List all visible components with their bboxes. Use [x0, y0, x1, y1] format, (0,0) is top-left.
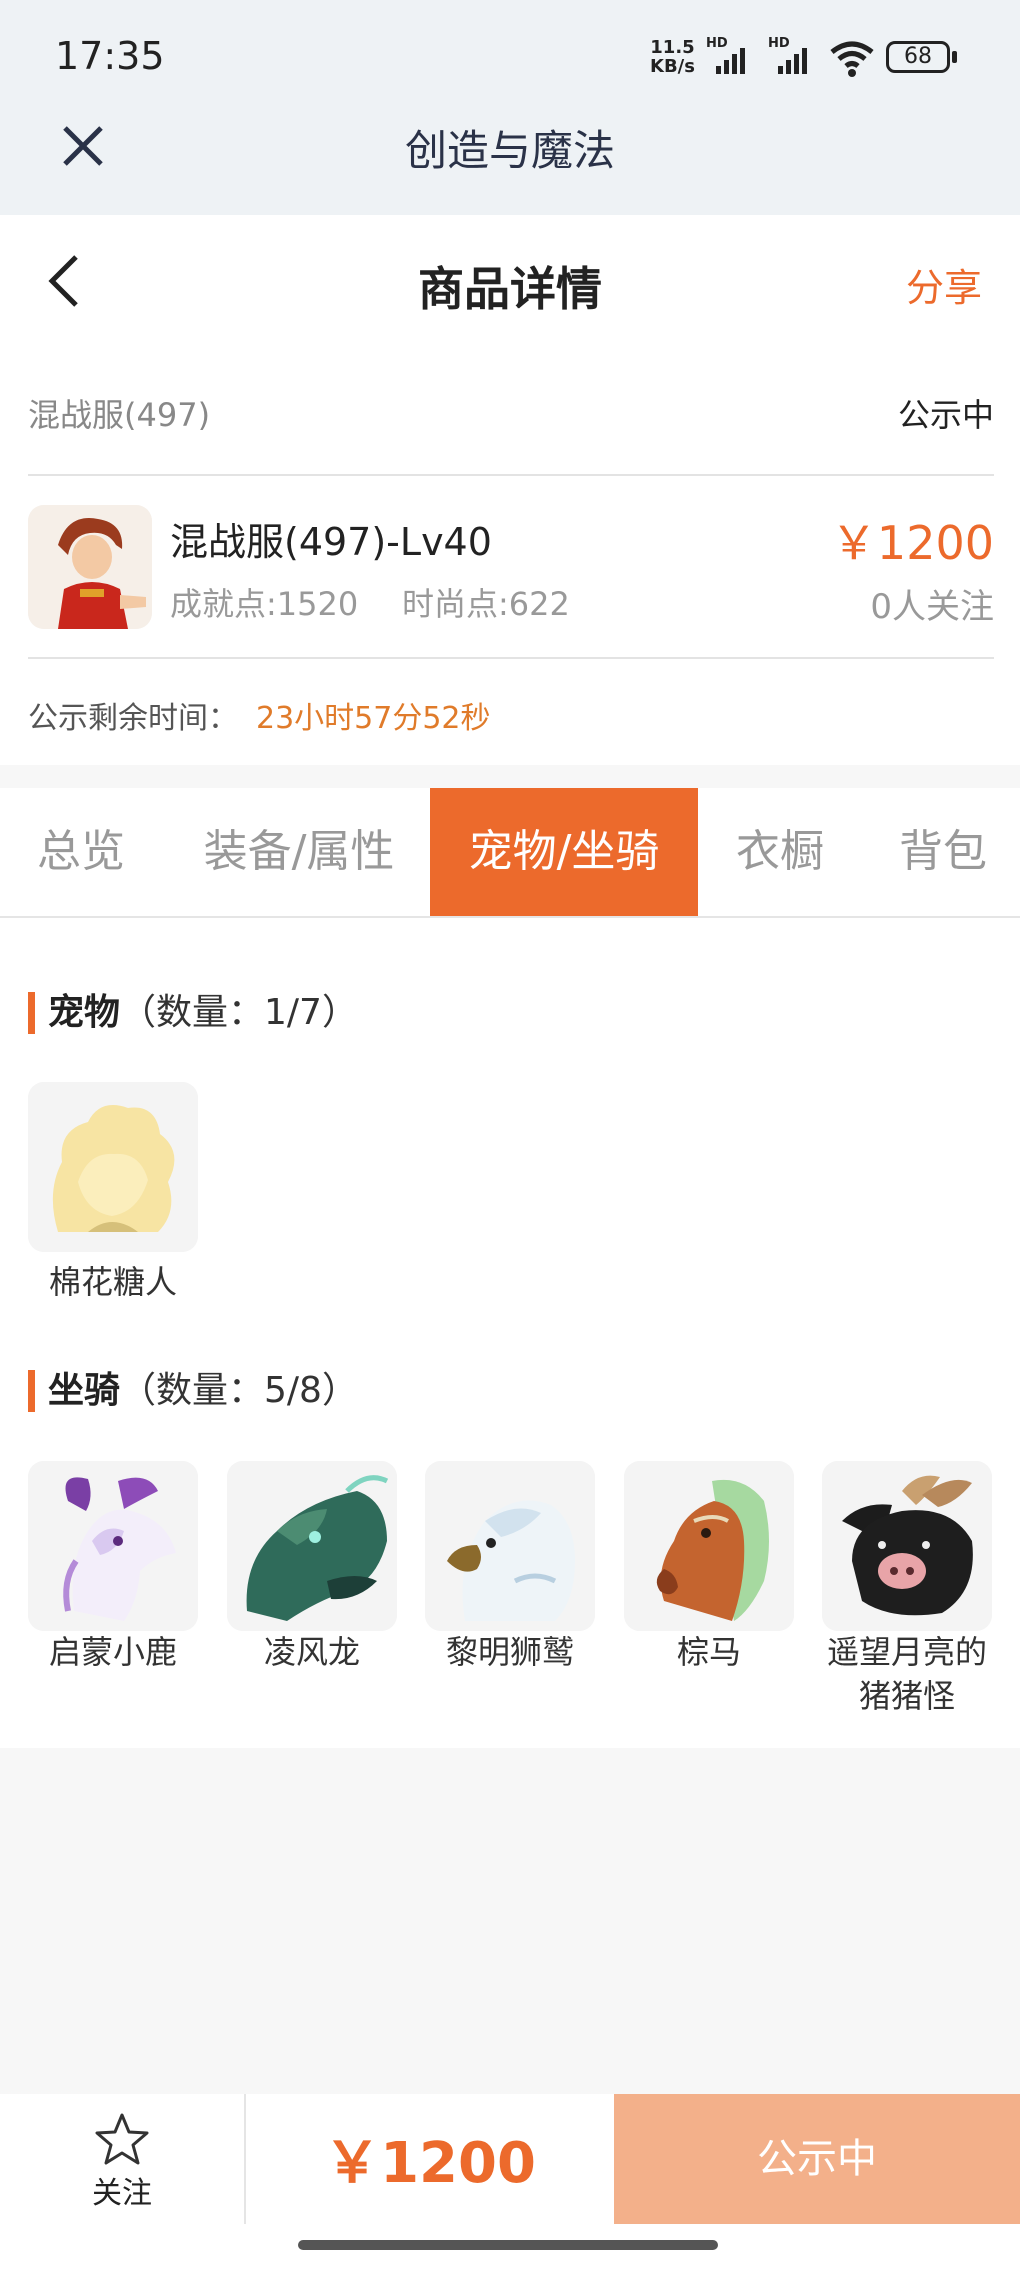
- follow-label: 关注: [92, 2176, 152, 2211]
- follow-button[interactable]: 关注: [0, 2094, 244, 2224]
- mounts-count: （数量：5/8）: [120, 1370, 358, 1411]
- griffin-mount-icon: [425, 1461, 595, 1631]
- pets-count: （数量：1/7）: [120, 992, 358, 1033]
- achievement-points: 成就点:1520: [170, 585, 359, 623]
- mount-name: 凌风龙: [263, 1633, 360, 1671]
- tab-wardrobe[interactable]: 衣橱: [706, 788, 854, 916]
- pets-title: 宠物: [48, 992, 121, 1033]
- divider: [28, 474, 994, 476]
- wifi-icon: [830, 41, 874, 77]
- remaining-label: 公示剩余时间：: [28, 701, 238, 736]
- publicity-button[interactable]: 公示中: [614, 2094, 1020, 2224]
- white-deer-mount-icon: [28, 1461, 198, 1631]
- mount-item[interactable]: [28, 1461, 198, 1631]
- mount-name-line-1: 遥望月亮的: [826, 1633, 987, 1671]
- star-icon: [95, 2113, 149, 2165]
- green-dragon-mount-icon: [227, 1461, 397, 1631]
- follower-count: 0人关注: [870, 587, 994, 627]
- bottom-action-bar: 关注 ￥1200 公示中: [0, 2094, 1020, 2270]
- status-text: 公示中: [897, 396, 994, 434]
- battery-icon: 68: [886, 41, 950, 73]
- pet-name: 棉花糖人: [48, 1263, 177, 1301]
- cotton-candy-pet-icon: [28, 1082, 198, 1252]
- fashion-points: 时尚点:622: [402, 585, 570, 623]
- mount-name: 启蒙小鹿: [48, 1633, 177, 1671]
- webview-title-bar: 创造与魔法: [0, 95, 1020, 215]
- black-pig-mount-icon: [822, 1461, 992, 1631]
- status-time: 17:35: [55, 34, 165, 78]
- mounts-title: 坐骑: [48, 1370, 121, 1411]
- tab-equipment[interactable]: 装备/属性: [172, 788, 426, 916]
- character-avatar-icon: [28, 505, 152, 629]
- pet-item[interactable]: [28, 1082, 198, 1252]
- divider: [28, 657, 994, 659]
- tab-bar: 总览 装备/属性 宠物/坐骑 衣橱 背包: [0, 788, 1020, 918]
- webview-title: 创造与魔法: [404, 126, 615, 175]
- bottom-price: ￥1200: [324, 2131, 536, 2196]
- network-speed: 11.5 KB/s: [650, 38, 695, 76]
- battery-tip: [952, 51, 957, 63]
- page-title: 商品详情: [418, 262, 602, 316]
- server-name: 混战服(497): [28, 396, 211, 434]
- section-accent-bar: [28, 1370, 35, 1412]
- mount-name-line-2: 猪猪怪: [858, 1677, 955, 1715]
- mount-name: 黎明狮鹫: [445, 1633, 574, 1671]
- page-header: 商品详情 分享: [0, 215, 1020, 345]
- pets-mounts-panel: 宠物 （数量：1/7） 棉花糖人 坐骑 （数量：5/8） 启蒙小鹿 凌风龙 黎明…: [0, 918, 1020, 1748]
- section-accent-bar: [28, 992, 35, 1034]
- mount-item[interactable]: [624, 1461, 794, 1631]
- pets-section-title: 宠物 （数量：1/7）: [28, 990, 628, 1036]
- mount-name: 遥望月亮的 猪猪怪: [812, 1630, 1002, 1718]
- product-price: ￥1200: [830, 516, 994, 570]
- mount-item[interactable]: [227, 1461, 397, 1631]
- character-name: 混战服(497)-Lv40: [170, 520, 492, 564]
- remaining-time: 23小时57分52秒: [256, 701, 491, 736]
- tab-overview[interactable]: 总览: [0, 788, 162, 916]
- mounts-section-title: 坐骑 （数量：5/8）: [28, 1368, 628, 1414]
- network-speed-value: 11.5: [650, 37, 695, 58]
- brown-horse-mount-icon: [624, 1461, 794, 1631]
- share-button[interactable]: 分享: [906, 257, 982, 312]
- network-speed-unit: KB/s: [650, 56, 695, 77]
- mount-item[interactable]: [822, 1461, 992, 1631]
- mount-name: 棕马: [676, 1633, 741, 1671]
- tab-pets-mounts[interactable]: 宠物/坐骑: [430, 788, 698, 916]
- mount-item[interactable]: [425, 1461, 595, 1631]
- product-info: 混战服(497) 公示中 混战服(497)-Lv40 成就点:1520 时尚点:…: [0, 345, 1020, 765]
- tab-backpack[interactable]: 背包: [866, 788, 1020, 916]
- character-avatar: [28, 505, 152, 629]
- battery-level: 68: [904, 44, 932, 69]
- home-indicator[interactable]: [298, 2240, 718, 2250]
